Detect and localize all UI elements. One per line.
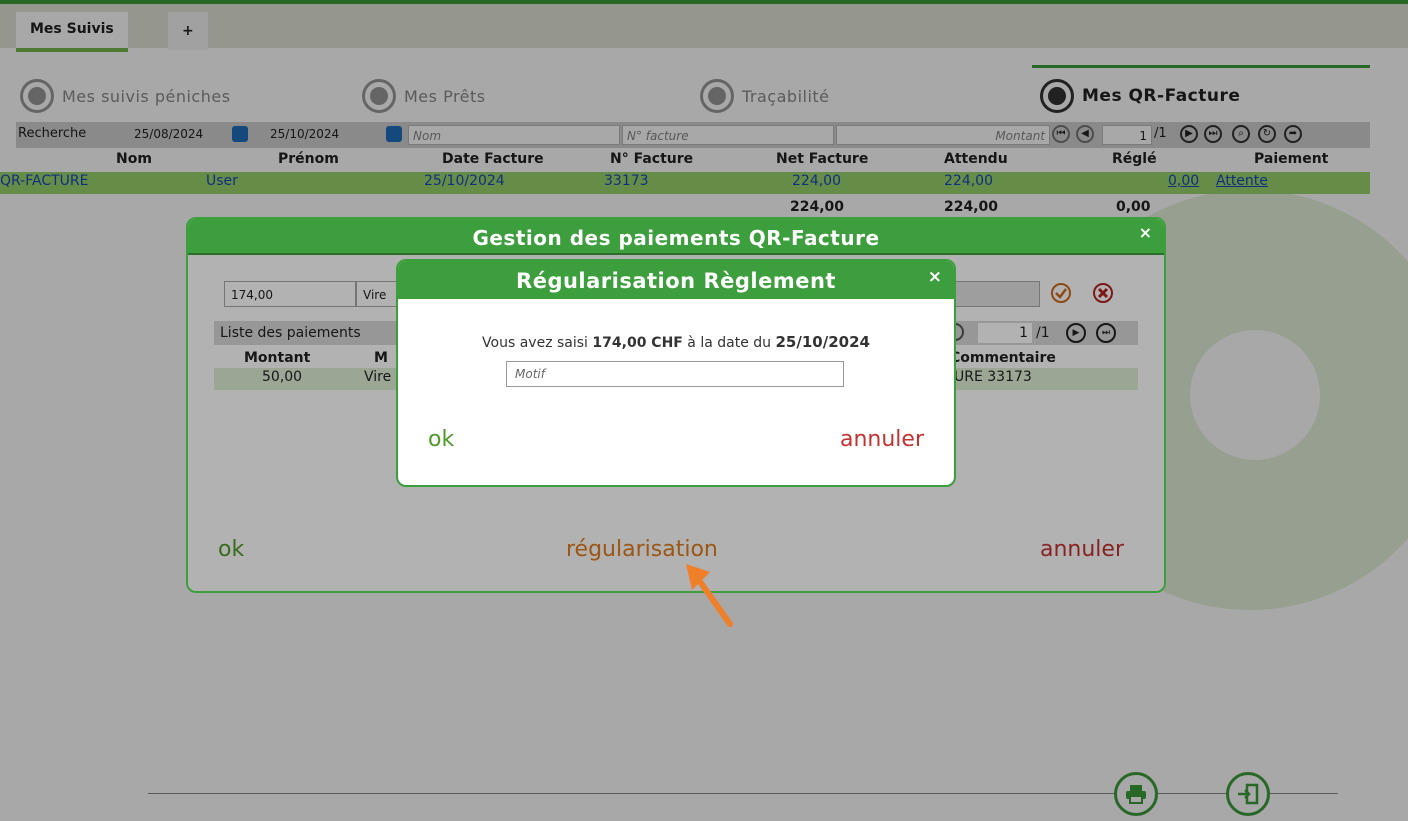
regularisation-dialog: Régularisation Règlement × Vous avez sai… [396, 259, 956, 487]
msg-amount: 174,00 CHF [592, 335, 683, 351]
dialog-title: Régularisation Règlement [398, 261, 954, 299]
pointer-arrow-icon [686, 564, 733, 627]
msg-date: 25/10/2024 [775, 333, 870, 351]
close-icon[interactable]: × [1139, 223, 1152, 242]
msg-middle: à la date du [682, 335, 776, 351]
cancel-button[interactable]: annuler [840, 427, 924, 452]
dialog-title: Gestion des paiements QR-Facture [188, 219, 1164, 255]
ok-button[interactable]: ok [428, 427, 454, 452]
motif-input[interactable]: Motif [506, 361, 844, 387]
close-icon[interactable]: × [928, 267, 942, 287]
msg-prefix: Vous avez saisi [482, 335, 593, 351]
confirmation-message: Vous avez saisi 174,00 CHF à la date du … [398, 333, 954, 351]
